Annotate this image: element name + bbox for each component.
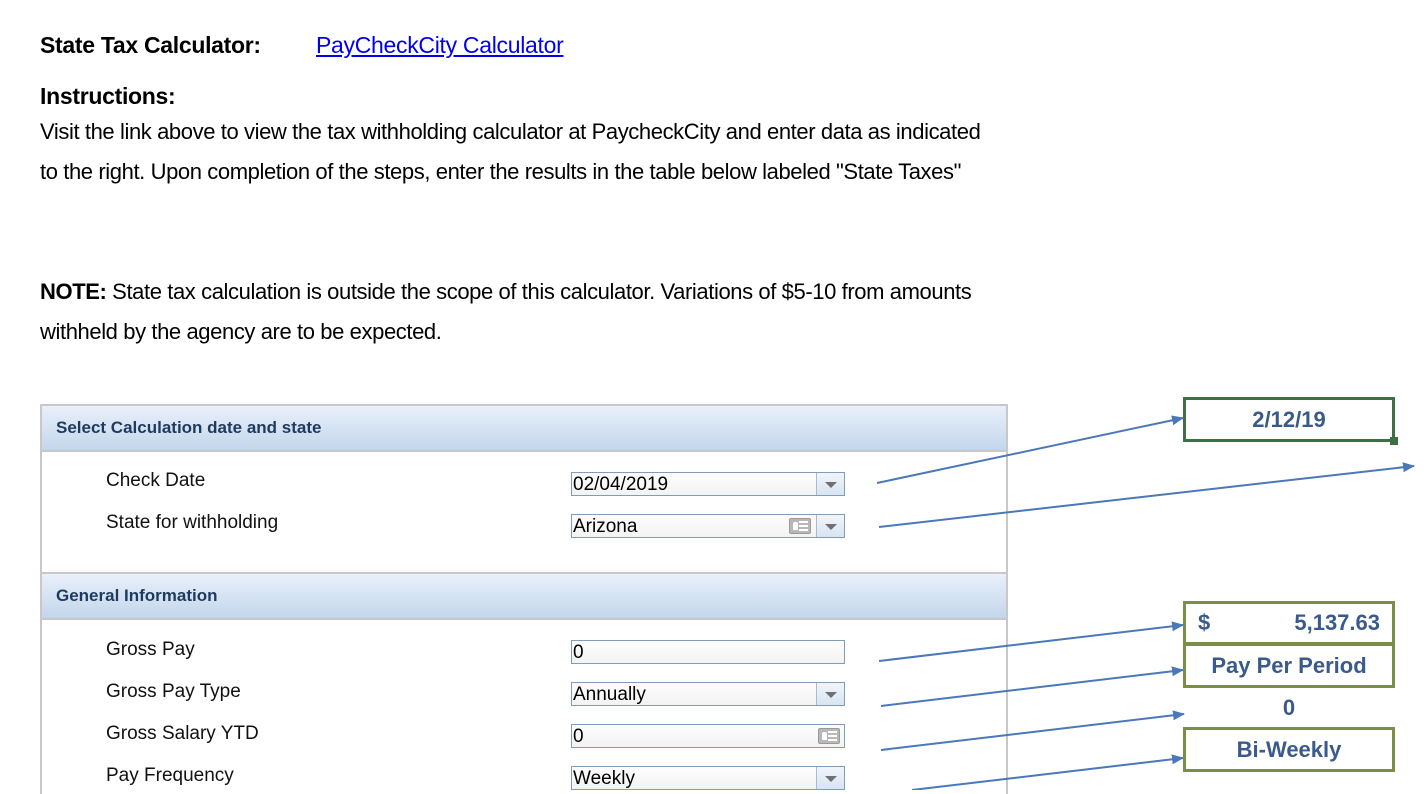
pay-frequency-dropdown[interactable]: Weekly bbox=[571, 766, 845, 790]
gross-pay-result: $ 5,137.63 bbox=[1183, 601, 1395, 645]
instructions-body: Visit the link above to view the tax wit… bbox=[40, 119, 981, 184]
contact-card-icon[interactable] bbox=[789, 518, 811, 534]
general-information-panel: General Information Gross Pay 0 Gross Pa… bbox=[40, 572, 1008, 794]
resize-handle[interactable] bbox=[1390, 437, 1398, 445]
result-value: 2/12/19 bbox=[1252, 407, 1326, 432]
contact-card-icon[interactable] bbox=[818, 728, 840, 744]
currency-symbol: $ bbox=[1198, 610, 1211, 635]
result-value: Bi-Weekly bbox=[1236, 737, 1342, 762]
field-label: Check Date bbox=[106, 470, 206, 491]
field-value: 0 bbox=[573, 726, 584, 747]
field-value: Weekly bbox=[573, 768, 635, 789]
gross-salary-ytd-result: 0 bbox=[1183, 686, 1395, 730]
result-value: Pay Per Period bbox=[1211, 653, 1367, 678]
note-paragraph: NOTE: State tax calculation is outside t… bbox=[40, 272, 1020, 352]
field-value: 02/04/2019 bbox=[573, 474, 669, 495]
state-dropdown[interactable]: Arizona bbox=[571, 514, 845, 538]
field-value: 0 bbox=[573, 642, 584, 663]
chevron-down-icon[interactable] bbox=[816, 767, 844, 789]
field-label: Pay Frequency bbox=[106, 765, 234, 786]
title-label: State Tax Calculator: bbox=[40, 32, 261, 58]
section-header: General Information bbox=[42, 574, 1006, 620]
check-date-result[interactable]: 2/12/19 bbox=[1183, 397, 1398, 445]
paycheckcity-link[interactable]: PayCheckCity Calculator bbox=[316, 32, 564, 59]
pay-frequency-result: Bi-Weekly bbox=[1183, 727, 1395, 772]
result-value: 5,137.63 bbox=[1294, 610, 1380, 635]
chevron-down-icon[interactable] bbox=[816, 683, 844, 705]
gross-salary-ytd-input[interactable]: 0 bbox=[571, 724, 845, 748]
chevron-down-icon[interactable] bbox=[816, 473, 844, 495]
field-label: Gross Pay Type bbox=[106, 681, 241, 702]
field-label: State for withholding bbox=[106, 512, 279, 533]
calc-date-state-panel: Select Calculation date and state Check … bbox=[40, 404, 1008, 572]
field-label: Gross Pay bbox=[106, 639, 195, 660]
note-text: State tax calculation is outside the sco… bbox=[40, 279, 972, 344]
field-value: Annually bbox=[573, 684, 646, 705]
gross-pay-type-dropdown[interactable]: Annually bbox=[571, 682, 845, 706]
check-date-dropdown[interactable]: 02/04/2019 bbox=[571, 472, 845, 496]
gross-pay-input[interactable]: 0 bbox=[571, 640, 845, 664]
title-row: State Tax Calculator: PayCheckCity Calcu… bbox=[40, 32, 564, 62]
result-value: 0 bbox=[1282, 695, 1296, 720]
instructions-heading: Instructions: bbox=[40, 83, 176, 109]
field-value: Arizona bbox=[573, 516, 638, 537]
field-label: Gross Salary YTD bbox=[106, 723, 259, 744]
section-header: Select Calculation date and state bbox=[42, 406, 1006, 452]
chevron-down-icon[interactable] bbox=[816, 515, 844, 537]
note-label: NOTE: bbox=[40, 279, 107, 304]
gross-pay-type-result: Pay Per Period bbox=[1183, 643, 1395, 688]
